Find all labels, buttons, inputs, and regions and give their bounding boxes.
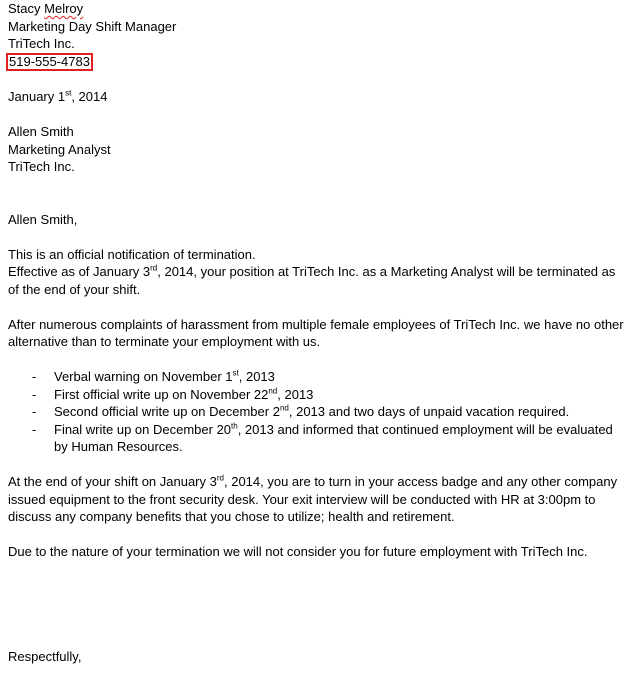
paragraph-complaints: After numerous complaints of harassment … [8, 316, 624, 350]
list-dash: - [32, 404, 37, 419]
warning-text-b: , 2013 and two days of unpaid vacation r… [288, 404, 570, 419]
list-item: - First official write up on November 22n… [8, 386, 624, 404]
effective-line: Effective as of January 3rd, 2014, your … [8, 263, 624, 298]
warning-list: - Verbal warning on November 1st, 2013 -F… [8, 368, 624, 456]
list-dash: - [32, 386, 37, 402]
sender-name: Stacy Melroy [8, 0, 624, 18]
list-item: - Verbal warning on November 1st, 2013 [8, 368, 624, 386]
exit-text-a: At the end of your shift on January 3 [8, 474, 217, 489]
paragraph-exit-instructions: At the end of your shift on January 3rd,… [8, 473, 624, 526]
letter-date: January 1st, 2014 [8, 88, 624, 106]
warning-sup: nd [268, 386, 278, 396]
warning-text-a: Second official write up on December 2 [54, 404, 280, 419]
exit-sup: rd [216, 473, 224, 483]
date-prefix: January 1 [8, 89, 66, 104]
warning-text-b: , 2013 [238, 369, 275, 384]
sender-first-name: Stacy [8, 1, 41, 16]
paragraph-future-employment: Due to the nature of your termination we… [8, 544, 588, 559]
sender-company: TriTech Inc. [8, 36, 75, 51]
letter-page: Stacy Melroy Marketing Day Shift Manager… [6, 0, 624, 665]
list-dash: - [32, 421, 37, 437]
warning-text-a: Final write up on December 20 [54, 421, 232, 437]
warning-sup: th [231, 421, 238, 431]
warning-text-a: First official write up on November 22 [54, 386, 269, 402]
recipient-block: Allen Smith Marketing Analyst TriTech In… [8, 123, 624, 176]
paragraph-notification: This is an official notification of term… [8, 246, 624, 299]
date-year: , 2014 [71, 89, 108, 104]
salutation: Allen Smith, [8, 211, 78, 227]
closing: Respectfully, [8, 648, 82, 664]
sender-title: Marketing Day Shift Manager [8, 18, 177, 34]
list-item: - Final write up on December 20th, 2013 a… [8, 421, 624, 456]
list-item: - Second official write up on December 2n… [8, 403, 624, 421]
effective-text-a: Effective as of January 3 [8, 264, 151, 279]
recipient-company: TriTech Inc. [8, 159, 75, 174]
warning-text-a: Verbal warning on November 1 [54, 369, 233, 384]
list-dash: - [32, 369, 37, 384]
recipient-title: Marketing Analyst [8, 141, 111, 157]
sender-phone: 519-555-4783 [6, 52, 93, 71]
sender-last-name: Melroy [44, 1, 84, 16]
warning-text-b: , 2013 [277, 386, 314, 402]
sender-phone-line: 519-555-4783 [6, 52, 624, 71]
notification-line: This is an official notification of term… [8, 246, 256, 262]
sender-block: Stacy Melroy Marketing Day Shift Manager… [6, 0, 624, 71]
recipient-name: Allen Smith [8, 124, 74, 139]
warning-sup: nd [279, 403, 289, 413]
